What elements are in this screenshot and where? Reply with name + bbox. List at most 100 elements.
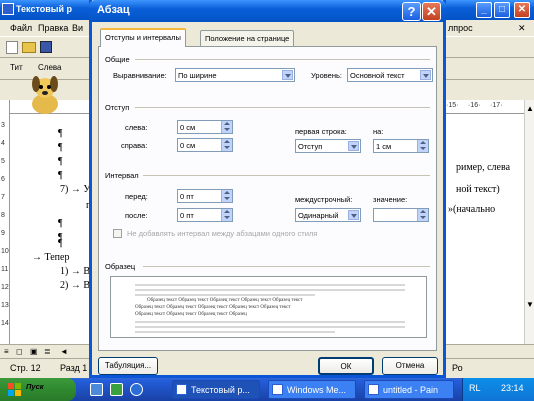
ruler-mark: ·15· <box>446 102 459 109</box>
view-outline-icon[interactable]: ≣ <box>44 347 51 356</box>
alignment-select[interactable]: По ширине <box>175 68 295 82</box>
task-label: untitled - Pain <box>383 385 439 395</box>
scroll-down-icon[interactable]: ▼ <box>526 300 534 309</box>
at-input[interactable] <box>373 208 429 222</box>
clock[interactable]: 23:14 <box>501 383 524 393</box>
minimize-button[interactable]: _ <box>476 2 492 18</box>
paint-task-icon <box>368 384 379 395</box>
tab-line-page-breaks[interactable]: Положение на странице <box>200 30 295 46</box>
menu-close-icon[interactable]: ✕ <box>518 23 526 34</box>
vruler-mark: 6 <box>1 176 5 183</box>
task-word[interactable]: Текстовый р... <box>172 380 260 399</box>
scroll-left-icon[interactable]: ◄ <box>60 347 68 356</box>
align-box[interactable]: Слева <box>38 63 62 72</box>
browser-icon[interactable] <box>130 383 143 396</box>
view-web-icon[interactable]: ◻ <box>16 347 23 356</box>
spin-arrows-icon[interactable] <box>417 140 428 152</box>
alignment-value: По ширине <box>178 71 217 80</box>
windows-flag-icon <box>8 383 21 396</box>
doc-line: ной текст) <box>456 184 500 195</box>
at-label: значение: <box>373 195 408 204</box>
no-space-checkbox[interactable] <box>113 229 122 238</box>
doc-line: ¶ <box>58 142 63 153</box>
vertical-scrollbar[interactable]: ▲ ▼ <box>524 100 534 350</box>
tabs-button[interactable]: Табуляция... <box>98 357 158 375</box>
line-spacing-label: междустрочный: <box>295 195 353 204</box>
menu-file[interactable]: Файл <box>10 23 32 33</box>
line-spacing-value: Одинарный <box>298 211 339 220</box>
indent-left-value: 0 см <box>180 123 196 132</box>
media-player-icon[interactable] <box>110 383 123 396</box>
line-spacing-select[interactable]: Одинарный <box>295 208 361 222</box>
level-select[interactable]: Основной текст <box>347 68 433 82</box>
taskbar: Пуск Текстовый р... Windows Me... untitl… <box>0 378 534 401</box>
spin-arrows-icon[interactable] <box>221 139 232 151</box>
vertical-ruler[interactable]: 3 4 5 6 7 8 9 10 11 12 13 14 <box>0 100 10 350</box>
open-icon[interactable] <box>22 42 36 53</box>
task-paint[interactable]: untitled - Pain <box>364 380 454 399</box>
cancel-button[interactable]: Отмена <box>382 357 438 375</box>
dialog-close-button[interactable]: ✕ <box>422 2 441 21</box>
after-input[interactable]: 0 пт <box>177 208 233 222</box>
group-preview: Образец <box>105 262 136 271</box>
level-value: Основной текст <box>350 71 405 80</box>
vruler-mark: 9 <box>1 230 5 237</box>
first-line-label: первая строка: <box>295 127 347 136</box>
task-messenger[interactable]: Windows Me... <box>268 380 356 399</box>
dialog-titlebar[interactable]: Абзац ? ✕ <box>89 0 446 22</box>
spin-arrows-icon[interactable] <box>221 209 232 221</box>
spin-arrows-icon[interactable] <box>417 209 428 221</box>
tab-panel: Общие Выравнивание: По ширине Уровень: О… <box>98 46 437 351</box>
spin-arrows-icon[interactable] <box>221 121 232 133</box>
vruler-mark: 7 <box>1 194 5 201</box>
spin-arrows-icon[interactable] <box>221 190 232 202</box>
first-line-select[interactable]: Отступ <box>295 139 361 153</box>
vruler-mark: 11 <box>1 266 9 273</box>
style-box[interactable]: Тит <box>10 63 23 72</box>
level-label: Уровень: <box>311 71 342 80</box>
indent-left-input[interactable]: 0 см <box>177 120 233 134</box>
task-label: Текстовый р... <box>191 385 250 395</box>
before-input[interactable]: 0 пт <box>177 189 233 203</box>
preview-line <box>135 289 405 291</box>
word-app-icon <box>2 3 14 15</box>
save-icon[interactable] <box>40 41 52 53</box>
start-label: Пуск <box>26 382 44 391</box>
tab-indents-spacing[interactable]: Отступы и интервалы <box>100 28 186 47</box>
vruler-mark: 5 <box>1 158 5 165</box>
close-button[interactable]: ✕ <box>514 2 530 18</box>
language-indicator[interactable]: RL <box>469 383 481 393</box>
before-value: 0 пт <box>180 192 194 201</box>
menu-view[interactable]: Ви <box>72 23 83 33</box>
show-desktop-icon[interactable] <box>90 383 103 396</box>
menu-edit[interactable]: Правка <box>38 23 68 33</box>
chevron-down-icon[interactable] <box>348 210 359 220</box>
scroll-up-icon[interactable]: ▲ <box>526 104 534 113</box>
before-label: перед: <box>125 192 148 201</box>
chevron-down-icon[interactable] <box>282 70 293 80</box>
maximize-button[interactable]: □ <box>494 2 510 18</box>
preview-line <box>135 284 405 286</box>
start-button[interactable]: Пуск <box>0 378 76 401</box>
chevron-down-icon[interactable] <box>348 141 359 151</box>
view-print-icon[interactable]: ▣ <box>30 347 38 356</box>
view-normal-icon[interactable]: ≡ <box>4 347 9 356</box>
preview-box: Образец текст Образец текст Образец текс… <box>110 276 427 338</box>
office-assistant-dog-icon[interactable] <box>28 74 62 116</box>
by-value: 1 см <box>376 142 392 151</box>
doc-line: »(начально <box>448 204 496 215</box>
status-lang: Ро <box>452 363 463 373</box>
chevron-down-icon[interactable] <box>420 70 431 80</box>
ok-button[interactable]: ОК <box>318 357 374 375</box>
paragraph-dialog: Абзац ? ✕ Отступы и интервалы Положение … <box>89 0 446 378</box>
indent-right-input[interactable]: 0 см <box>177 138 233 152</box>
help-button[interactable]: ? <box>402 2 421 21</box>
menu-help-search[interactable]: лпрос <box>448 23 473 33</box>
by-input[interactable]: 1 см <box>373 139 429 153</box>
preview-line <box>135 294 315 296</box>
new-doc-icon[interactable] <box>6 41 18 54</box>
task-label: Windows Me... <box>287 385 347 395</box>
indent-left-label: слева: <box>125 123 148 132</box>
doc-line: ¶ <box>58 170 63 181</box>
indent-right-label: справа: <box>121 141 148 150</box>
